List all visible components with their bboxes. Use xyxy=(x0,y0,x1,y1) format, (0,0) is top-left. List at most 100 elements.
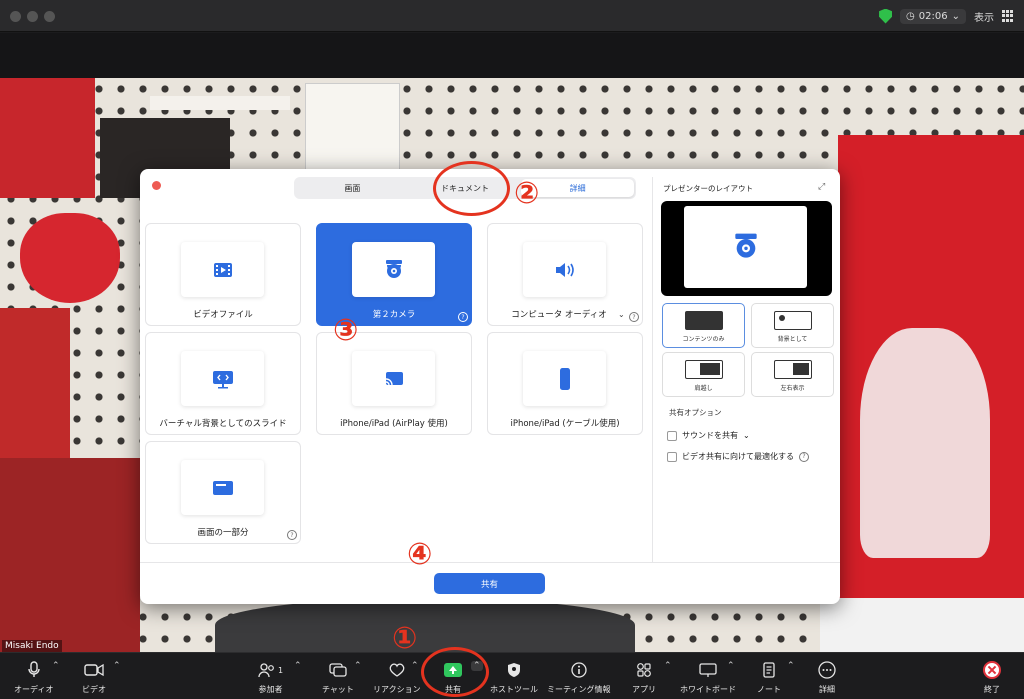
share-sound-option[interactable]: サウンドを共有 ⌄ xyxy=(667,430,750,441)
apps-button[interactable]: アプリ xyxy=(632,659,656,695)
notes-caret-icon[interactable]: ⌃ xyxy=(787,661,795,671)
card-thumb xyxy=(352,351,435,406)
help-icon[interactable]: ? xyxy=(287,530,297,540)
meeting-info-label: ミーティング情報 xyxy=(547,685,611,694)
close-dialog-button[interactable] xyxy=(152,181,161,190)
tab-screen[interactable]: 画面 xyxy=(296,179,409,197)
notes-button[interactable]: ノート xyxy=(757,659,781,695)
meeting-toolbar: オーディオ ⌃ ビデオ ⌃ 1 参加者 ⌃ チャット ⌃ リアクション ⌃ 共有… xyxy=(0,652,1024,699)
close-window-button[interactable] xyxy=(10,11,21,22)
whiteboard-label: ホワイトボード xyxy=(680,685,736,694)
video-caret-icon[interactable]: ⌃ xyxy=(113,661,121,671)
phone-icon xyxy=(559,367,570,390)
card-label: iPhone/iPad (AirPlay 使用) xyxy=(340,419,448,429)
timer-text: 02:06 xyxy=(918,10,948,22)
card-second-camera[interactable]: 第２カメラ ? xyxy=(316,223,472,326)
top-black-band xyxy=(0,33,1024,78)
camera-icon xyxy=(84,663,104,677)
chat-button[interactable]: チャット xyxy=(322,659,354,695)
audio-label: オーディオ xyxy=(14,685,54,694)
card-computer-audio[interactable]: コンピュータ オーディオ ⌄ ? xyxy=(487,223,643,326)
chat-caret-icon[interactable]: ⌃ xyxy=(354,661,362,671)
desk-papers xyxy=(820,598,1024,652)
card-cable[interactable]: iPhone/iPad (ケーブル使用) xyxy=(487,332,643,435)
help-icon[interactable]: ? xyxy=(629,312,639,322)
heart-sign xyxy=(20,213,120,303)
certificate-frame xyxy=(305,83,400,173)
whiteboard-icon xyxy=(699,663,717,677)
panel-divider xyxy=(652,177,653,562)
end-label: 終了 xyxy=(984,685,1000,694)
footer-divider xyxy=(140,562,840,563)
help-icon[interactable]: ? xyxy=(799,451,809,462)
meeting-info-button[interactable]: ミーティング情報 xyxy=(547,659,611,695)
layout-content-only[interactable]: コンテンツのみ xyxy=(662,303,745,348)
video-label: ビデオ xyxy=(82,685,106,694)
participants-caret-icon[interactable]: ⌃ xyxy=(294,661,302,671)
share-sound-label: サウンドを共有 xyxy=(682,431,738,440)
audio-caret-icon[interactable]: ⌃ xyxy=(52,661,60,671)
whiteboard-caret-icon[interactable]: ⌃ xyxy=(727,661,735,671)
reactions-caret-icon[interactable]: ⌃ xyxy=(411,661,419,671)
view-button[interactable]: 表示 xyxy=(974,9,994,24)
end-meeting-button[interactable]: 終了 xyxy=(983,659,1001,695)
annotation-number-1: ① xyxy=(392,621,418,656)
zoom-window-button[interactable] xyxy=(44,11,55,22)
audio-button[interactable]: オーディオ xyxy=(14,659,53,695)
layout-over-shoulder[interactable]: 肩越し xyxy=(662,352,745,397)
webcam-icon xyxy=(734,233,757,258)
as-background-icon xyxy=(774,311,812,330)
apps-label: アプリ xyxy=(632,685,656,694)
card-thumb xyxy=(352,242,435,297)
speaker-icon xyxy=(555,262,574,277)
red-shelf xyxy=(0,308,70,458)
annotation-number-3: ③ xyxy=(333,313,359,348)
card-label: iPhone/iPad (ケーブル使用) xyxy=(510,419,620,429)
participants-button[interactable]: 1 参加者 xyxy=(258,659,283,695)
share-dialog: 画面 ドキュメント 詳細 ビデオファイル 第２カメラ ? コンピュータ オーディ… xyxy=(140,169,840,604)
share-options-title: 共有オプション xyxy=(669,408,722,417)
chat-label: チャット xyxy=(322,685,354,694)
host-tools-button[interactable]: ホストツール xyxy=(490,659,538,695)
optimize-video-checkbox[interactable] xyxy=(667,451,677,462)
layout-as-background[interactable]: 背景として xyxy=(751,303,834,348)
grid-view-icon[interactable] xyxy=(1002,10,1014,22)
apps-caret-icon[interactable]: ⌃ xyxy=(664,661,672,671)
airplay-icon xyxy=(385,371,403,385)
share-sound-checkbox[interactable] xyxy=(667,430,677,441)
more-label: 詳細 xyxy=(819,685,835,694)
participant-name-tag: Misaki Endo xyxy=(2,640,62,652)
info-icon xyxy=(571,662,587,678)
red-drawers xyxy=(0,458,140,652)
card-thumb xyxy=(181,242,264,297)
chevron-down-icon[interactable]: ⌄ xyxy=(743,431,750,440)
card-video-file[interactable]: ビデオファイル xyxy=(145,223,301,326)
more-button[interactable]: 詳細 xyxy=(818,659,836,695)
layout-label: コンテンツのみ xyxy=(682,336,725,343)
annotation-number-4: ④ xyxy=(407,537,433,572)
notes-icon xyxy=(763,662,775,678)
share-button[interactable]: 共有 xyxy=(434,573,545,594)
chevron-down-icon[interactable]: ⌄ xyxy=(618,310,625,319)
zoom-window: ◷ 02:06 ⌄ 表示 Misaki Endo 画面 ドキュメント 詳細 ビデ… xyxy=(0,0,1024,699)
expand-icon[interactable]: ⤢ xyxy=(818,182,825,192)
video-button[interactable]: ビデオ xyxy=(82,659,106,695)
card-virtual-background-slides[interactable]: バーチャル背景としてのスライド xyxy=(145,332,301,435)
help-icon[interactable]: ? xyxy=(458,312,468,322)
card-label: ビデオファイル xyxy=(193,310,253,320)
card-screen-portion[interactable]: 画面の一部分 ? xyxy=(145,441,301,544)
notes-label: ノート xyxy=(757,685,781,694)
shield-icon[interactable] xyxy=(879,8,893,24)
card-thumb xyxy=(523,242,606,297)
host-shield-icon xyxy=(508,663,520,677)
chat-icon xyxy=(329,663,347,677)
card-thumb xyxy=(181,351,264,406)
layout-label: 左右表示 xyxy=(780,385,805,392)
layout-side-by-side[interactable]: 左右表示 xyxy=(751,352,834,397)
optimize-video-option[interactable]: ビデオ共有に向けて最適化する ? xyxy=(667,451,809,462)
clock-icon: ◷ xyxy=(906,10,915,22)
annotation-ring-share xyxy=(421,647,489,697)
heart-icon xyxy=(389,663,405,677)
meeting-timer[interactable]: ◷ 02:06 ⌄ xyxy=(900,8,966,24)
minimize-window-button[interactable] xyxy=(27,11,38,22)
